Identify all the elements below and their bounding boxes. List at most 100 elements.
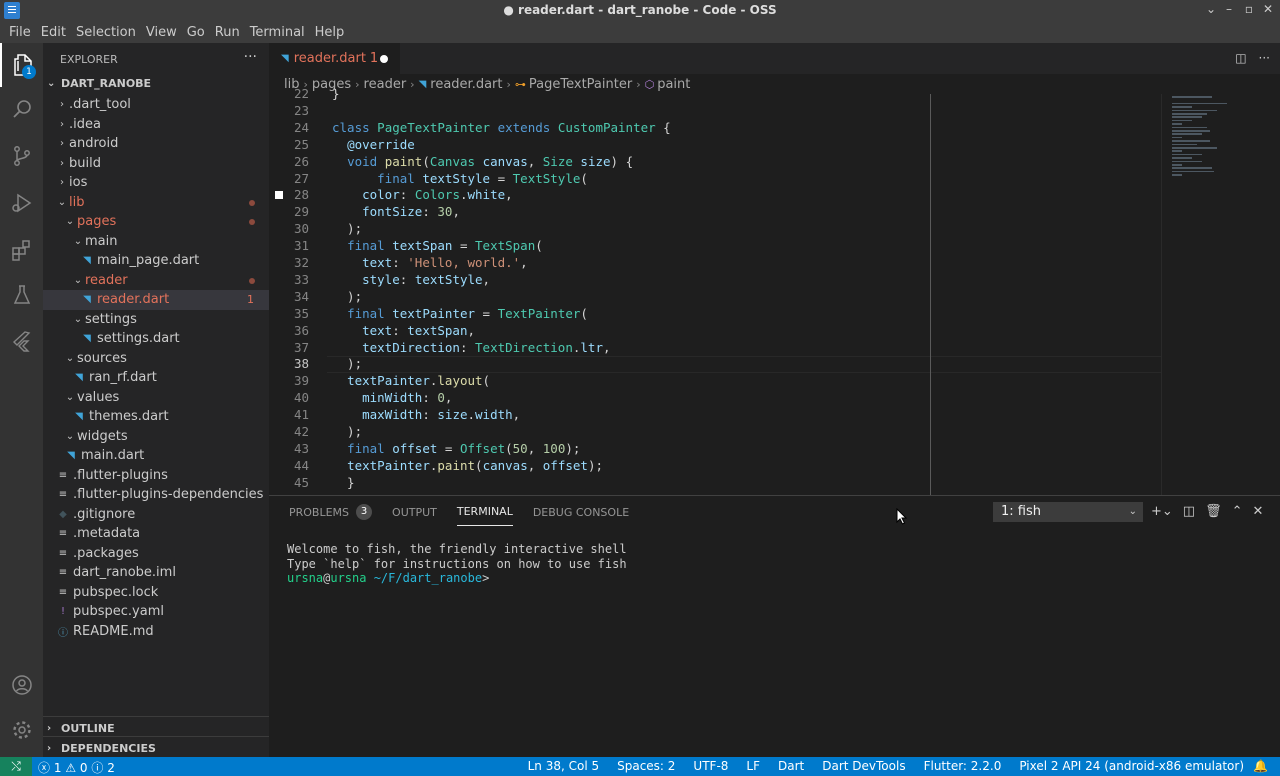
folder-item[interactable]: ⌄ pages bbox=[43, 212, 269, 232]
menu-run[interactable]: Run bbox=[210, 25, 245, 40]
flutter-activity[interactable] bbox=[0, 319, 43, 363]
minimap[interactable] bbox=[1161, 94, 1280, 495]
maximize-icon[interactable]: ▫ bbox=[1240, 2, 1258, 16]
maximize-panel-icon[interactable]: ⌃ bbox=[1232, 504, 1243, 519]
extensions-activity[interactable] bbox=[0, 228, 43, 272]
tab-debug-console[interactable]: DEBUG CONSOLE bbox=[533, 504, 629, 526]
manage-activity[interactable] bbox=[0, 708, 43, 752]
code-text: } bbox=[332, 86, 340, 101]
trash-icon[interactable]: 🗑 bbox=[1205, 504, 1222, 519]
explorer-activity[interactable]: 1 bbox=[0, 43, 43, 87]
split-editor-icon[interactable]: ◫ bbox=[1235, 51, 1246, 65]
workspace-root[interactable]: ⌄ DART_RANOBE bbox=[43, 72, 269, 94]
outline-label: OUTLINE bbox=[61, 721, 115, 735]
search-activity[interactable] bbox=[0, 87, 43, 131]
folder-item[interactable]: › .dart_tool bbox=[43, 95, 269, 115]
minimap-line bbox=[1172, 102, 1227, 105]
minimize-icon[interactable]: – bbox=[1220, 2, 1238, 16]
source-control-activity[interactable] bbox=[0, 134, 43, 178]
split-terminal-icon[interactable]: ◫ bbox=[1183, 504, 1195, 519]
folder-item[interactable]: ⌄ lib bbox=[43, 193, 269, 213]
terminal-select[interactable]: 1: fish ⌄ bbox=[993, 502, 1143, 522]
folder-item[interactable]: ⌄ sources bbox=[43, 349, 269, 369]
remote-indicator[interactable]: ⤭ bbox=[0, 757, 32, 776]
testing-activity[interactable] bbox=[0, 273, 43, 317]
encoding[interactable]: UTF-8 bbox=[693, 759, 728, 773]
code-text: maxWidth: size.width, bbox=[362, 407, 521, 423]
folder-item[interactable]: ⌄ reader bbox=[43, 271, 269, 291]
device-selector[interactable]: Pixel 2 API 24 (android-x86 emulator) bbox=[1019, 759, 1244, 773]
tree-item-label: main.dart bbox=[81, 448, 145, 464]
tree-item-label: .flutter-plugins-dependencies bbox=[73, 487, 264, 503]
unsaved-dot-icon[interactable] bbox=[380, 55, 388, 63]
folder-item[interactable]: ⌄ main bbox=[43, 232, 269, 252]
file-item[interactable]: ◆ .gitignore bbox=[43, 505, 269, 525]
flask-icon bbox=[13, 285, 30, 304]
tree-item-label: pubspec.lock bbox=[73, 584, 159, 600]
menu-go[interactable]: Go bbox=[182, 25, 210, 40]
error-icon: ⓧ bbox=[38, 761, 51, 775]
new-terminal-icon[interactable]: +⌄ bbox=[1151, 504, 1173, 519]
dart-devtools[interactable]: Dart DevTools bbox=[822, 759, 905, 773]
folder-item[interactable]: ⌄ values bbox=[43, 388, 269, 408]
problems-status[interactable]: ⓧ 1 ⚠ 0 ⓘ 2 bbox=[38, 759, 115, 776]
code-text: textDirection: TextDirection.ltr, bbox=[362, 339, 611, 355]
menu-file[interactable]: File bbox=[4, 25, 36, 40]
tab-reader-dart[interactable]: ◥ reader.dart 1 bbox=[269, 43, 400, 74]
menu-edit[interactable]: Edit bbox=[36, 25, 71, 40]
file-item[interactable]: ≡ dart_ranobe.iml bbox=[43, 563, 269, 583]
line-number: 33 bbox=[293, 271, 309, 287]
chevron-down-icon[interactable]: ⌄ bbox=[1202, 2, 1220, 16]
code-text: final textPainter = TextPainter( bbox=[347, 305, 588, 321]
file-item[interactable]: ◥ reader.dart 1 bbox=[43, 290, 269, 310]
tab-terminal[interactable]: TERMINAL bbox=[456, 504, 513, 526]
line-ending[interactable]: LF bbox=[746, 759, 760, 773]
folder-item[interactable]: ⌄ widgets bbox=[43, 427, 269, 447]
run-debug-activity[interactable] bbox=[0, 181, 43, 225]
menu-terminal[interactable]: Terminal bbox=[245, 25, 310, 40]
folder-item[interactable]: › .idea bbox=[43, 115, 269, 135]
more-actions-icon[interactable]: ··· bbox=[1259, 51, 1270, 65]
menu-view[interactable]: View bbox=[141, 25, 182, 40]
code-editor[interactable]: 22} 23 24 class PageTextPainter extends Cus… bbox=[269, 86, 1161, 495]
tab-problems[interactable]: PROBLEMS 3 bbox=[289, 504, 373, 526]
flutter-version[interactable]: Flutter: 2.2.0 bbox=[924, 759, 1002, 773]
file-item[interactable]: ≡ .flutter-plugins-dependencies bbox=[43, 485, 269, 505]
line-number: 22 bbox=[293, 86, 309, 101]
file-item[interactable]: ◥ main.dart bbox=[43, 446, 269, 466]
file-item[interactable]: ◥ main_page.dart bbox=[43, 251, 269, 271]
file-item[interactable]: ≡ .metadata bbox=[43, 524, 269, 544]
bell-icon[interactable]: 🔔 bbox=[1253, 759, 1268, 773]
folder-item[interactable]: › build bbox=[43, 154, 269, 174]
language-mode[interactable]: Dart bbox=[778, 759, 804, 773]
file-item[interactable]: ! pubspec.yaml bbox=[43, 602, 269, 622]
cursor-position[interactable]: Ln 38, Col 5 bbox=[528, 759, 600, 773]
tree-item-label: .flutter-plugins bbox=[73, 467, 168, 483]
indentation[interactable]: Spaces: 2 bbox=[617, 759, 675, 773]
menu-selection[interactable]: Selection bbox=[71, 25, 141, 40]
editor-tabs: ◥ reader.dart 1 ◫ ··· bbox=[269, 43, 1280, 74]
folder-item[interactable]: › ios bbox=[43, 173, 269, 193]
line-number: 39 bbox=[293, 373, 309, 389]
close-panel-icon[interactable]: ✕ bbox=[1253, 504, 1264, 519]
accounts-activity[interactable] bbox=[0, 663, 43, 707]
file-item[interactable]: ≡ .packages bbox=[43, 544, 269, 564]
chevron-right-icon: › bbox=[60, 177, 64, 189]
folder-item[interactable]: › android bbox=[43, 134, 269, 154]
file-item[interactable]: ◥ settings.dart bbox=[43, 329, 269, 349]
minimap-line bbox=[1172, 140, 1210, 142]
terminal-output[interactable]: Welcome to fish, the friendly interactiv… bbox=[287, 542, 627, 586]
dependencies-section[interactable]: › DEPENDENCIES bbox=[43, 736, 269, 759]
file-item[interactable]: ◥ ran_rf.dart bbox=[43, 368, 269, 388]
menu-help[interactable]: Help bbox=[310, 25, 350, 40]
file-item[interactable]: ⓘ README.md bbox=[43, 622, 269, 642]
file-item[interactable]: ≡ pubspec.lock bbox=[43, 583, 269, 603]
file-item[interactable]: ≡ .flutter-plugins bbox=[43, 466, 269, 486]
more-actions-icon[interactable]: ··· bbox=[244, 49, 257, 65]
file-item[interactable]: ◥ themes.dart bbox=[43, 407, 269, 427]
tab-output[interactable]: OUTPUT bbox=[392, 504, 437, 526]
close-window-icon[interactable]: ✕ bbox=[1259, 2, 1277, 16]
folder-item[interactable]: ⌄ settings bbox=[43, 310, 269, 330]
dart-file-icon: ◥ bbox=[75, 411, 83, 423]
tree-item-label: lib bbox=[69, 194, 85, 210]
